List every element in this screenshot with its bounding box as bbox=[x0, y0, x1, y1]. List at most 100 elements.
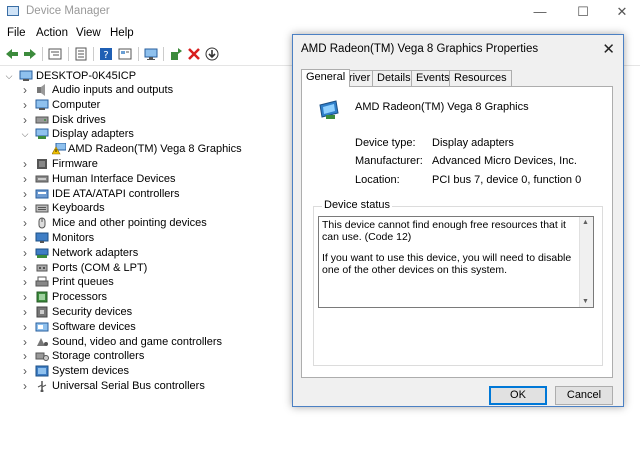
tree-child-item[interactable]: AMD Radeon(TM) Vega 8 Graphics bbox=[0, 142, 260, 157]
forward-arrow-icon[interactable] bbox=[22, 46, 38, 62]
processor-icon bbox=[36, 291, 48, 303]
device-type-label: Device type: bbox=[355, 137, 416, 149]
location-value: PCI bus 7, device 0, function 0 bbox=[432, 174, 582, 186]
tab-general[interactable]: General bbox=[301, 69, 351, 87]
collapse-chevron-icon[interactable]: ⌵ bbox=[20, 127, 30, 142]
minimize-button[interactable]: — bbox=[520, 0, 560, 24]
maximize-button[interactable]: ☐ bbox=[563, 0, 603, 24]
tree-item-label: Universal Serial Bus controllers bbox=[52, 380, 205, 392]
title-bar: Device Manager — ☐ ✕ bbox=[0, 0, 640, 24]
tree-category-item[interactable]: › Universal Serial Bus controllers bbox=[0, 379, 260, 394]
tree-item-label: Computer bbox=[52, 98, 101, 111]
expand-chevron-icon[interactable]: › bbox=[20, 98, 30, 113]
expand-chevron-icon[interactable]: › bbox=[20, 290, 30, 305]
expand-chevron-icon[interactable]: › bbox=[20, 320, 30, 335]
security-device-icon bbox=[36, 306, 48, 318]
tree-item-label: Print queues bbox=[52, 276, 114, 289]
ide-controller-icon bbox=[35, 189, 49, 199]
view-resources-icon[interactable] bbox=[117, 46, 133, 62]
expand-chevron-icon[interactable]: › bbox=[20, 187, 30, 202]
tree-category-item[interactable]: › Ports (COM & LPT) bbox=[0, 261, 260, 276]
tree-item-label: Human Interface Devices bbox=[52, 172, 176, 185]
device-status-title: Device status bbox=[322, 199, 393, 211]
tree-category-item[interactable]: › Monitors bbox=[0, 231, 260, 246]
tree-category-item[interactable]: ⌵ Display adapters bbox=[0, 127, 260, 142]
tree-category-item[interactable]: › Keyboards bbox=[0, 201, 260, 216]
speaker-icon bbox=[37, 84, 45, 96]
tree-category-item[interactable]: › Software devices bbox=[0, 320, 260, 335]
close-button[interactable]: ✕ bbox=[602, 0, 640, 24]
tree-category-item[interactable]: › Network adapters bbox=[0, 246, 260, 261]
tree-item-label: Software devices bbox=[52, 320, 136, 333]
location-label: Location: bbox=[355, 174, 400, 186]
hid-icon bbox=[35, 175, 49, 183]
back-arrow-icon[interactable] bbox=[4, 46, 20, 62]
network-adapter-icon bbox=[35, 248, 49, 258]
scroll-up-icon[interactable]: ▲ bbox=[582, 219, 589, 226]
tree-category-item[interactable]: › Security devices bbox=[0, 305, 260, 320]
menu-file[interactable]: File bbox=[7, 27, 26, 39]
expand-chevron-icon[interactable]: › bbox=[20, 172, 30, 187]
expand-chevron-icon[interactable]: › bbox=[20, 349, 30, 364]
device-status-textbox[interactable]: This device cannot find enough free reso… bbox=[318, 216, 594, 308]
tree-category-item[interactable]: › Mice and other pointing devices bbox=[0, 216, 260, 231]
expand-chevron-icon[interactable]: › bbox=[20, 113, 30, 128]
uninstall-device-icon[interactable] bbox=[186, 46, 202, 62]
device-name: AMD Radeon(TM) Vega 8 Graphics bbox=[355, 101, 529, 113]
expand-chevron-icon[interactable]: › bbox=[20, 275, 30, 290]
tree-category-item[interactable]: › Storage controllers bbox=[0, 349, 260, 364]
expand-chevron-icon[interactable]: › bbox=[20, 201, 30, 216]
tree-category-item[interactable]: › Disk drives bbox=[0, 113, 260, 128]
tree-category-item[interactable]: › Audio inputs and outputs bbox=[0, 83, 260, 98]
device-type-value: Display adapters bbox=[432, 137, 514, 149]
expand-chevron-icon[interactable]: › bbox=[20, 379, 30, 394]
expand-chevron-icon[interactable]: › bbox=[20, 261, 30, 276]
menu-help[interactable]: Help bbox=[110, 27, 134, 39]
tree-item-label: Ports (COM & LPT) bbox=[52, 261, 148, 274]
expand-chevron-icon[interactable]: › bbox=[20, 335, 30, 350]
status-scrollbar[interactable]: ▲ ▼ bbox=[579, 217, 593, 307]
computer-icon bbox=[35, 99, 49, 110]
properties-icon[interactable] bbox=[73, 46, 89, 62]
tree-category-item[interactable]: › Sound, video and game controllers bbox=[0, 335, 260, 350]
tree-category-item[interactable]: › Human Interface Devices bbox=[0, 172, 260, 187]
tree-category-item[interactable]: › System devices bbox=[0, 364, 260, 379]
properties-dialog: AMD Radeon(TM) Vega 8 Graphics Propertie… bbox=[292, 34, 624, 407]
tree-view-icon[interactable] bbox=[47, 46, 63, 62]
expand-chevron-icon[interactable]: › bbox=[20, 305, 30, 320]
dialog-close-button[interactable]: ✕ bbox=[602, 40, 615, 58]
device-status-text: This device cannot find enough free reso… bbox=[322, 219, 572, 276]
scan-hardware-icon[interactable] bbox=[143, 46, 159, 62]
expand-chevron-icon[interactable]: › bbox=[20, 231, 30, 246]
cancel-button[interactable]: Cancel bbox=[555, 386, 613, 405]
tree-item-label: AMD Radeon(TM) Vega 8 Graphics bbox=[68, 143, 242, 156]
expand-chevron-icon[interactable]: › bbox=[20, 83, 30, 98]
tree-item-label: Storage controllers bbox=[52, 350, 145, 363]
tree-category-item[interactable]: › Computer bbox=[0, 98, 260, 113]
tree-item-label: Display adapters bbox=[52, 128, 134, 141]
menu-action[interactable]: Action bbox=[36, 27, 68, 39]
disable-device-icon[interactable] bbox=[204, 46, 220, 62]
update-driver-icon[interactable] bbox=[168, 46, 184, 62]
tab-resources[interactable]: Resources bbox=[449, 70, 512, 86]
help-icon[interactable]: ? bbox=[98, 46, 114, 62]
menu-view[interactable]: View bbox=[76, 27, 101, 39]
tree-category-item[interactable]: › IDE ATA/ATAPI controllers bbox=[0, 187, 260, 202]
expand-chevron-icon[interactable]: › bbox=[20, 157, 30, 172]
tree-category-item[interactable]: › Firmware bbox=[0, 157, 260, 172]
collapse-chevron-icon[interactable]: ⌵ bbox=[4, 69, 14, 84]
scroll-down-icon[interactable]: ▼ bbox=[582, 298, 589, 305]
expand-chevron-icon[interactable]: › bbox=[20, 364, 30, 379]
tree-category-item[interactable]: › Print queues bbox=[0, 275, 260, 290]
expand-chevron-icon[interactable]: › bbox=[20, 216, 30, 231]
system-device-icon bbox=[35, 365, 49, 377]
dialog-title: AMD Radeon(TM) Vega 8 Graphics Propertie… bbox=[301, 43, 539, 55]
tree-item-label: Security devices bbox=[52, 306, 133, 318]
printer-icon bbox=[35, 276, 49, 287]
expand-chevron-icon[interactable]: › bbox=[20, 246, 30, 261]
tree-category-item[interactable]: › Processors bbox=[0, 290, 260, 305]
tree-root[interactable]: ⌵ DESKTOP-0K45ICP bbox=[0, 69, 200, 84]
tree-item-label: Keyboards bbox=[52, 202, 105, 215]
ok-button[interactable]: OK bbox=[489, 386, 547, 405]
tab-details[interactable]: Details bbox=[372, 70, 416, 86]
